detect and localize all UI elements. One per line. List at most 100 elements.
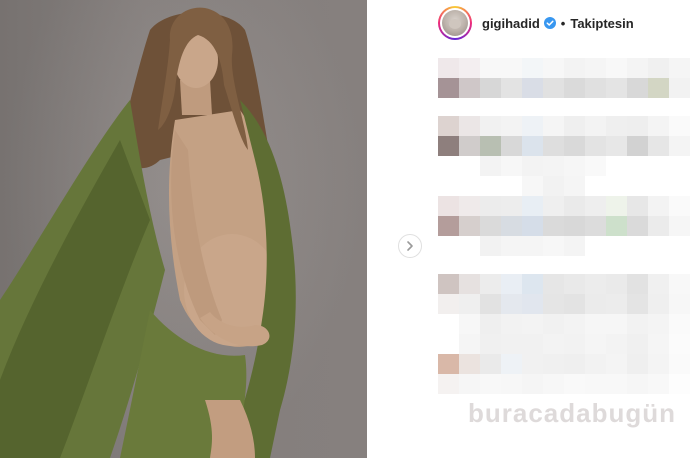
mosaic-pixel [648,58,669,78]
mosaic-gap [438,98,700,116]
mosaic-pixel [522,176,543,196]
mosaic-pixel [669,136,690,156]
mosaic-pixel [669,374,690,394]
mosaic-pixel [480,274,501,294]
mosaic-pixel [669,216,690,236]
mosaic-pixel [459,354,480,374]
avatar-frame [440,8,470,38]
mosaic-pixel [459,314,480,334]
mosaic-pixel [669,294,690,314]
mosaic-pixel [648,374,669,394]
mosaic-pixel [543,274,564,294]
mosaic-pixel [480,236,501,256]
story-ring[interactable] [438,6,472,40]
mosaic-pixel [564,236,585,256]
mosaic-pixel [438,374,459,394]
mosaic-pixel [606,294,627,314]
mosaic-pixel [585,334,606,354]
mosaic-pixel [669,176,690,196]
mosaic-pixel [543,78,564,98]
mosaic-pixel [543,334,564,354]
mosaic-pixel [585,354,606,374]
post-header: gigihadid • Takiptesin [438,6,634,40]
mosaic-pixel [501,136,522,156]
mosaic-pixel [543,216,564,236]
mosaic-pixel [585,236,606,256]
mosaic-pixel [606,274,627,294]
mosaic-pixel [564,116,585,136]
mosaic-pixel [522,216,543,236]
watermark: buracadabugün [468,398,677,428]
mosaic-row [438,156,700,176]
post-photo[interactable] [0,0,367,458]
mosaic-pixel [564,354,585,374]
mosaic-pixel [543,116,564,136]
mosaic-pixel [669,236,690,256]
mosaic-pixel [564,136,585,156]
username[interactable]: gigihadid [482,16,540,31]
mosaic-pixel [480,196,501,216]
mosaic-pixel [648,236,669,256]
mosaic-pixel [564,58,585,78]
mosaic-pixel [585,314,606,334]
mosaic-pixel [627,314,648,334]
mosaic-pixel [648,176,669,196]
mosaic-pixel [501,236,522,256]
mosaic-pixel [480,294,501,314]
mosaic-pixel [627,216,648,236]
mosaic-pixel [669,274,690,294]
mosaic-pixel [606,156,627,176]
mosaic-pixel [480,314,501,334]
mosaic-pixel [522,334,543,354]
mosaic-pixel [564,156,585,176]
mosaic-pixel [648,116,669,136]
mosaic-pixel [606,216,627,236]
mosaic-pixel [627,274,648,294]
mosaic-pixel [606,314,627,334]
mosaic-pixel [585,196,606,216]
mosaic-pixel [627,58,648,78]
mosaic-pixel [501,196,522,216]
mosaic-pixel [627,334,648,354]
mosaic-pixel [648,216,669,236]
mosaic-pixel [669,156,690,176]
mosaic-pixel [606,58,627,78]
mosaic-pixel [480,78,501,98]
mosaic-pixel [459,58,480,78]
mosaic-pixel [438,58,459,78]
mosaic-pixel [585,216,606,236]
mosaic-row [438,274,700,294]
mosaic-pixel [543,58,564,78]
mosaic-pixel [648,156,669,176]
mosaic-row [438,176,700,196]
mosaic-pixel [459,294,480,314]
mosaic-pixel [543,236,564,256]
mosaic-pixel [459,156,480,176]
follow-status[interactable]: Takiptesin [570,16,633,31]
mosaic-pixel [438,216,459,236]
mosaic-pixel [480,58,501,78]
mosaic-pixel [522,156,543,176]
mosaic-pixel [564,314,585,334]
mosaic-pixel [522,116,543,136]
mosaic-pixel [522,294,543,314]
mosaic-pixel [522,78,543,98]
mosaic-pixel [501,354,522,374]
mosaic-pixel [543,196,564,216]
mosaic-pixel [564,274,585,294]
next-photo-button[interactable] [398,234,422,258]
mosaic-pixel [459,274,480,294]
photo-illustration [0,7,296,458]
mosaic-pixel [585,176,606,196]
mosaic-pixel [627,78,648,98]
mosaic-row [438,58,700,78]
mosaic-row [438,216,700,236]
mosaic-gap [438,256,700,274]
mosaic-pixel [438,196,459,216]
mosaic-pixel [501,156,522,176]
mosaic-pixel [627,136,648,156]
mosaic-pixel [564,216,585,236]
mosaic-pixel [522,58,543,78]
mosaic-pixel [459,334,480,354]
mosaic-pixel [501,314,522,334]
